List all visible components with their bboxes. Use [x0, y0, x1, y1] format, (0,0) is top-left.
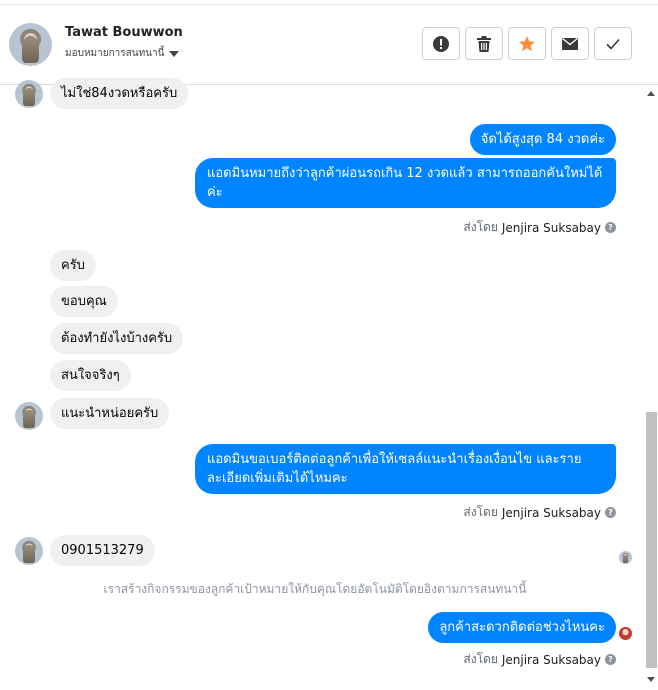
contact-avatar-small — [15, 402, 43, 430]
sent-by-agent[interactable]: Jenjira Suksabay — [502, 653, 601, 667]
star-button[interactable] — [508, 27, 546, 60]
mark-done-button[interactable] — [594, 27, 632, 60]
help-icon[interactable]: ? — [605, 222, 616, 233]
sent-by-prefix: ส่งโดย — [463, 652, 498, 666]
caret-down-icon — [169, 50, 180, 57]
incoming-message: ครับ — [50, 250, 96, 281]
outgoing-message: แอดมินหมายถึงว่าลูกค้าผ่อนรถเกิน 12 งวดแ… — [195, 158, 616, 208]
contact-avatar-small — [15, 80, 43, 108]
conversation-header: Tawat Bouwwon มอบหมายการสนทนานี้ — [0, 5, 658, 85]
mark-unread-button[interactable] — [551, 27, 589, 60]
incoming-message: ขอบคุณ — [50, 286, 118, 317]
envelope-icon — [562, 37, 578, 50]
sent-by-label: ส่งโดย Jenjira Suksabay ? — [463, 218, 616, 237]
assign-label: มอบหมายการสนทนานี้ — [65, 48, 165, 59]
assign-conversation-dropdown[interactable]: มอบหมายการสนทนานี้ — [65, 46, 180, 61]
report-spam-button[interactable] — [422, 27, 460, 60]
outgoing-message: ลูกค้าสะดวกติดต่อช่วงไหนคะ — [428, 612, 616, 643]
exclamation-icon — [433, 35, 449, 52]
contact-avatar[interactable] — [9, 23, 52, 66]
sent-by-label: ส่งโดย Jenjira Suksabay ? — [463, 503, 616, 522]
help-icon[interactable]: ? — [605, 507, 616, 518]
checkmark-icon — [606, 38, 620, 50]
incoming-message: ต้องทำยังไงบ้างครับ — [50, 323, 184, 354]
incoming-message: 0901513279 — [50, 535, 155, 566]
outgoing-message: จัดได้สูงสุด 84 งวดค่ะ — [469, 124, 616, 155]
scrollbar-thumb[interactable] — [646, 412, 657, 668]
scroll-up-arrow-icon[interactable] — [647, 91, 655, 96]
seen-avatar-icon — [619, 551, 632, 564]
incoming-message: สนใจจริงๆ — [50, 360, 131, 391]
help-icon[interactable]: ? — [605, 654, 616, 665]
delete-button[interactable] — [465, 27, 503, 60]
incoming-message: ไม่ใช่84งวดหรือครับ — [50, 78, 189, 109]
outgoing-message: แอดมินขอเบอร์ติดต่อลูกค้าเพื่อให้เซลล์แน… — [195, 444, 616, 494]
sent-by-prefix: ส่งโดย — [463, 505, 498, 519]
automation-notice: เราสร้างกิจกรรมของลูกค้าเป้าหมายให้กับคุ… — [103, 582, 527, 596]
contact-avatar-small — [15, 537, 43, 565]
agent-seen-avatar-icon — [619, 627, 632, 640]
sent-by-agent[interactable]: Jenjira Suksabay — [502, 221, 601, 235]
incoming-message: แนะนำหน่อยครับ — [50, 398, 170, 429]
scroll-down-arrow-icon[interactable] — [647, 677, 655, 682]
sent-by-agent[interactable]: Jenjira Suksabay — [502, 506, 601, 520]
sent-by-label: ส่งโดย Jenjira Suksabay ? — [463, 650, 616, 669]
star-icon — [519, 35, 535, 51]
sent-by-prefix: ส่งโดย — [463, 220, 498, 234]
trash-icon — [477, 35, 491, 52]
contact-name[interactable]: Tawat Bouwwon — [65, 25, 183, 40]
